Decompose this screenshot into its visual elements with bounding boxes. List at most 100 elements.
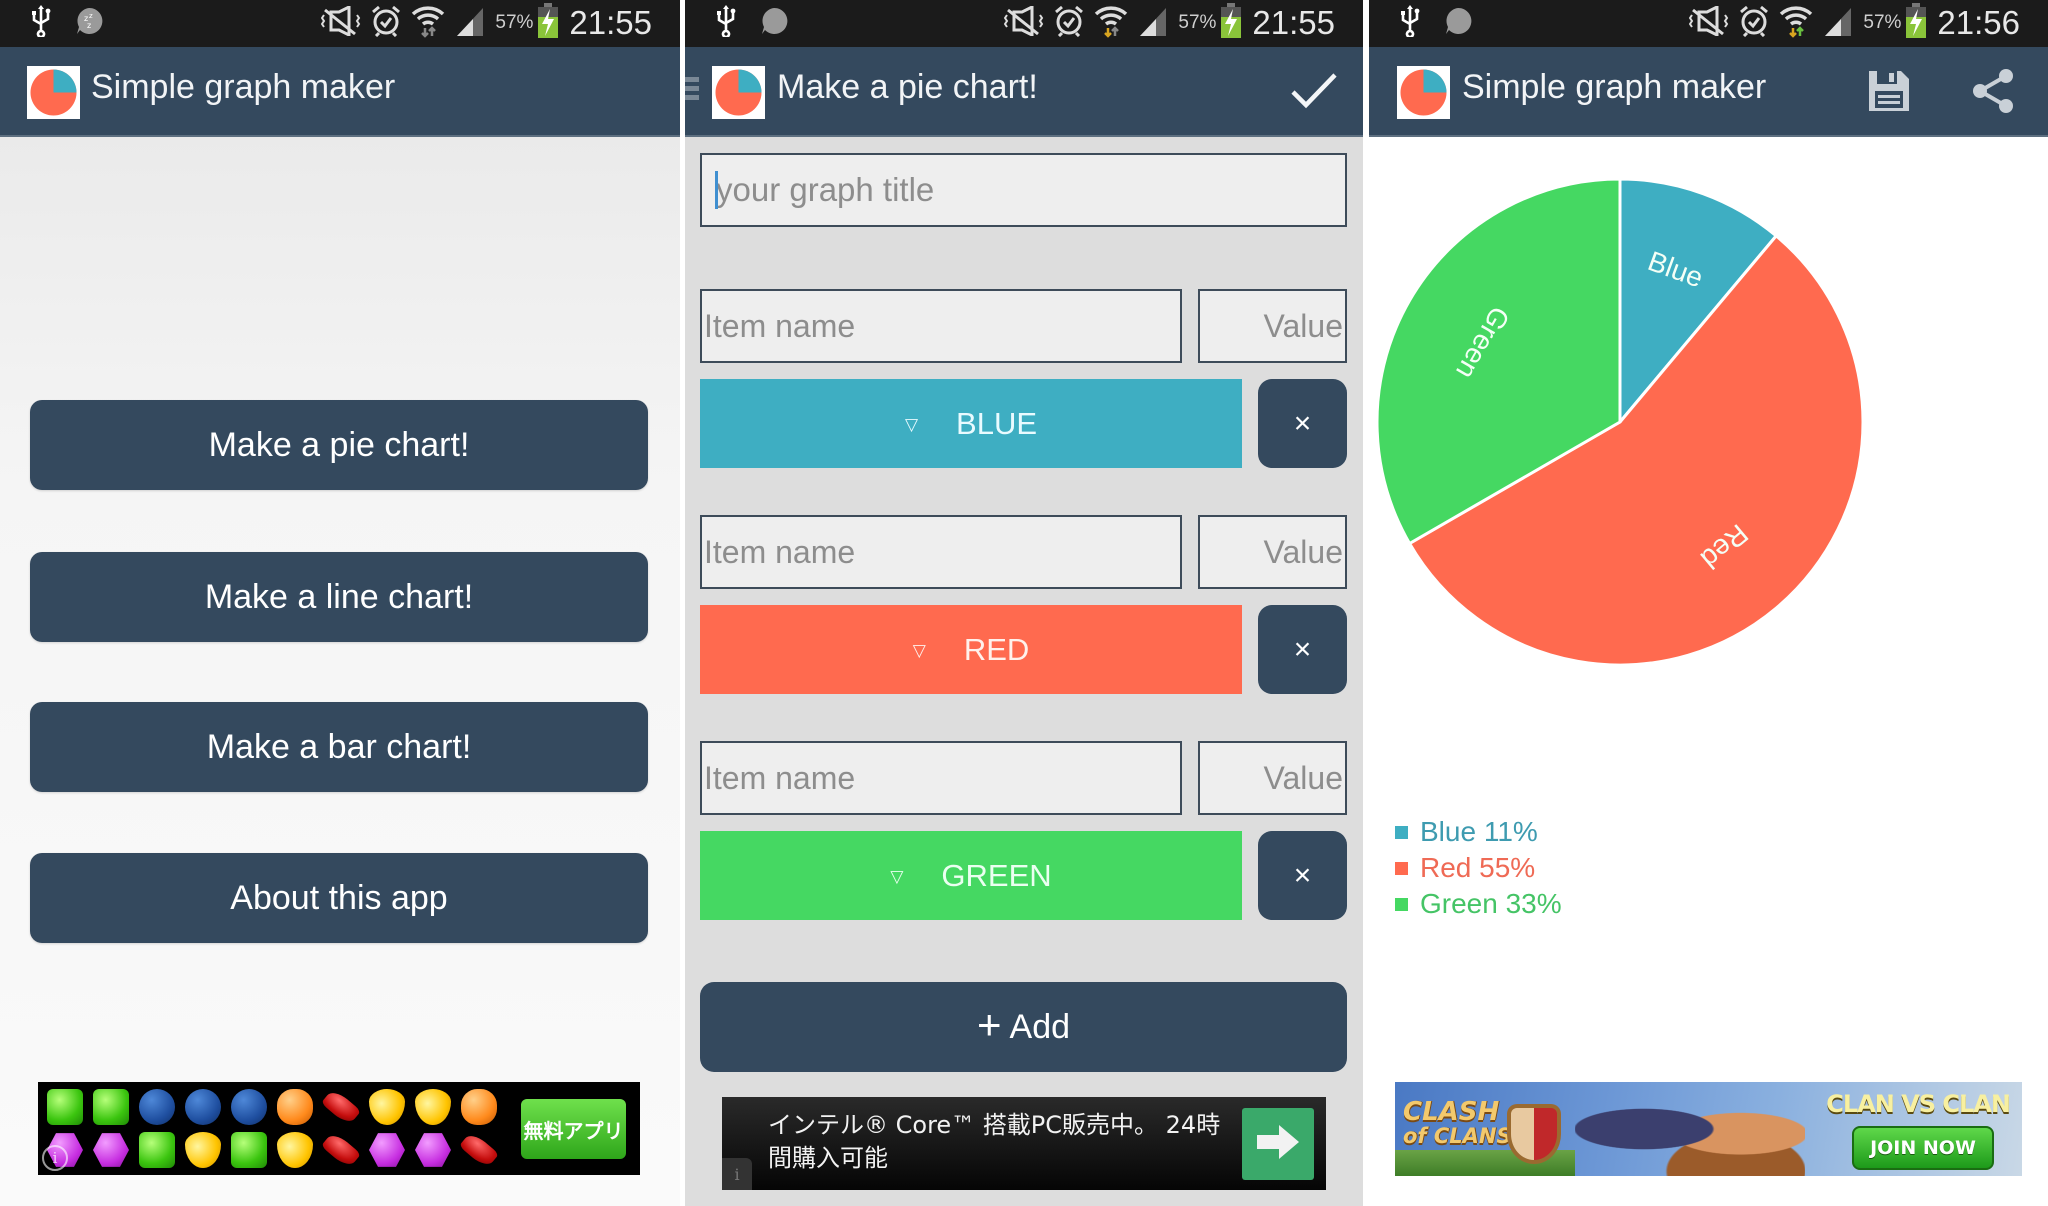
- color-dropdown-blue[interactable]: ▽ BLUE: [700, 379, 1242, 468]
- battery-percent: 57%: [495, 12, 534, 33]
- make-line-chart-button[interactable]: Make a line chart!: [30, 552, 648, 642]
- wifi-icon: [1094, 4, 1128, 43]
- legend-item-blue: Blue 11%: [1395, 814, 1562, 850]
- make-pie-chart-button[interactable]: Make a pie chart!: [30, 400, 648, 490]
- item-value-input[interactable]: [1198, 515, 1347, 589]
- legend-swatch: [1395, 825, 1408, 839]
- ad-cta-button[interactable]: [1242, 1108, 1314, 1180]
- ad-headline: CLAN VS CLAN: [1826, 1090, 2011, 1118]
- pie-result-screen: 57% 21:56 Simple graph maker Blue Red Gree…: [1369, 0, 2048, 1206]
- close-icon: ×: [1293, 632, 1312, 666]
- remove-item-button[interactable]: ×: [1258, 605, 1347, 694]
- battery-charging-icon: [1905, 2, 1927, 44]
- signal-icon: [455, 5, 485, 42]
- alarm-icon: [1739, 5, 1769, 42]
- chart-legend: Blue 11% Red 55% Green 33%: [1395, 814, 1562, 922]
- status-bar: 57% 21:55: [685, 0, 1363, 47]
- legend-label: Red 55%: [1420, 852, 1536, 883]
- save-button[interactable]: [1861, 65, 1917, 121]
- color-dropdown-red[interactable]: ▽ RED: [700, 605, 1242, 694]
- battery-charging-icon: [537, 2, 559, 44]
- close-icon: ×: [1293, 858, 1312, 892]
- battery-percent: 57%: [1863, 12, 1902, 33]
- arrow-right-icon: [1255, 1122, 1301, 1167]
- battery-percent: 57%: [1178, 12, 1217, 33]
- pie-chart-logo-icon[interactable]: [27, 66, 80, 119]
- battery-charging-icon: [1220, 2, 1242, 44]
- legend-item-green: Green 33%: [1395, 886, 1562, 922]
- ad-cta-button[interactable]: JOIN NOW: [1852, 1126, 1994, 1170]
- color-dropdown-green[interactable]: ▽ GREEN: [700, 831, 1242, 920]
- dropdown-triangle-icon: ▽: [890, 866, 904, 886]
- app-bar: Simple graph maker: [1369, 47, 2048, 137]
- legend-label: Blue 11%: [1420, 816, 1538, 847]
- add-label: Add: [1009, 1007, 1071, 1046]
- ad-info-icon[interactable]: i: [42, 1145, 68, 1171]
- usb-icon: [1399, 4, 1421, 42]
- item-name-input[interactable]: [700, 289, 1182, 363]
- mute-vibrate-icon: [1004, 4, 1044, 41]
- mute-vibrate-icon: [321, 4, 361, 41]
- remove-item-button[interactable]: ×: [1258, 379, 1347, 468]
- signal-icon: [1823, 5, 1853, 42]
- signal-icon: [1138, 5, 1168, 42]
- clock: 21:55: [1252, 4, 1335, 41]
- alarm-icon: [1054, 5, 1084, 42]
- legend-swatch: [1395, 897, 1408, 911]
- ad-text: インテル® Core™ 搭載PC販売中。 24時間購入可能: [768, 1111, 1221, 1172]
- sleep-notification-icon: zzz: [74, 6, 104, 41]
- share-icon: [1970, 68, 2016, 119]
- remove-item-button[interactable]: ×: [1258, 831, 1347, 920]
- close-icon: ×: [1293, 406, 1312, 440]
- color-dropdown-label: GREEN: [941, 857, 1052, 893]
- ad-cta-button[interactable]: 無料アプリ: [521, 1099, 626, 1159]
- confirm-button[interactable]: [1286, 65, 1342, 121]
- color-dropdown-label: BLUE: [956, 405, 1038, 441]
- text-cursor: [715, 171, 718, 209]
- alarm-icon: [371, 5, 401, 42]
- screen-title: Make a pie chart!: [777, 68, 1038, 106]
- sleep-notification-icon: [1443, 6, 1473, 41]
- app-bar: Simple graph maker: [0, 47, 680, 137]
- sleep-notification-icon: [759, 6, 789, 41]
- drawer-indicator-icon[interactable]: [685, 77, 699, 105]
- usb-icon: [715, 4, 737, 42]
- make-bar-chart-button[interactable]: Make a bar chart!: [30, 702, 648, 792]
- legend-item-red: Red 55%: [1395, 850, 1562, 886]
- app-bar: Make a pie chart!: [685, 47, 1363, 137]
- item-value-input[interactable]: [1198, 289, 1347, 363]
- dropdown-triangle-icon: ▽: [904, 414, 919, 434]
- status-bar: zzz 57% 21:55: [0, 0, 680, 47]
- ad-info-icon[interactable]: i: [722, 1158, 752, 1190]
- item-value-input[interactable]: [1198, 741, 1347, 815]
- pie-chart-logo-icon[interactable]: [1397, 66, 1450, 119]
- dropdown-triangle-icon: ▽: [912, 640, 926, 660]
- ad-candy-image: [42, 1086, 502, 1172]
- about-app-button[interactable]: About this app: [30, 853, 648, 943]
- mute-vibrate-icon: [1689, 4, 1729, 41]
- pie-editor-screen: 57% 21:55 Make a pie chart! ▽ BLUE × ▽: [685, 0, 1363, 1206]
- home-screen: zzz 57% 21:55 Simple graph maker Make a …: [0, 0, 680, 1206]
- graph-title-input[interactable]: [700, 153, 1347, 227]
- shield-icon: [1507, 1104, 1561, 1164]
- app-title: Simple graph maker: [1462, 68, 1767, 106]
- pie-chart-logo-icon[interactable]: [712, 66, 765, 119]
- svg-text:z: z: [87, 21, 91, 30]
- share-button[interactable]: [1965, 65, 2021, 121]
- ad-banner-intel[interactable]: インテル® Core™ 搭載PC販売中。 24時間購入可能 i: [722, 1097, 1326, 1190]
- ad-banner-clash[interactable]: CLASH of CLANS CLAN VS CLAN JOIN NOW: [1395, 1082, 2022, 1176]
- legend-label: Green 33%: [1420, 888, 1562, 919]
- add-item-button[interactable]: + Add: [700, 982, 1347, 1072]
- item-name-input[interactable]: [700, 741, 1182, 815]
- ad-characters-image: [1575, 1082, 1805, 1176]
- ad-logo: CLASH of CLANS: [1403, 1097, 1512, 1148]
- wifi-icon: [411, 4, 445, 43]
- ad-banner-candy[interactable]: 無料アプリ i: [38, 1082, 640, 1175]
- usb-icon: [30, 4, 52, 42]
- pie-chart: BlueRedGreen: [1375, 177, 1865, 667]
- checkmark-icon: [1290, 71, 1338, 116]
- plus-icon: +: [976, 1001, 1002, 1048]
- color-dropdown-label: RED: [963, 631, 1030, 667]
- item-name-input[interactable]: [700, 515, 1182, 589]
- save-icon: [1867, 69, 1911, 118]
